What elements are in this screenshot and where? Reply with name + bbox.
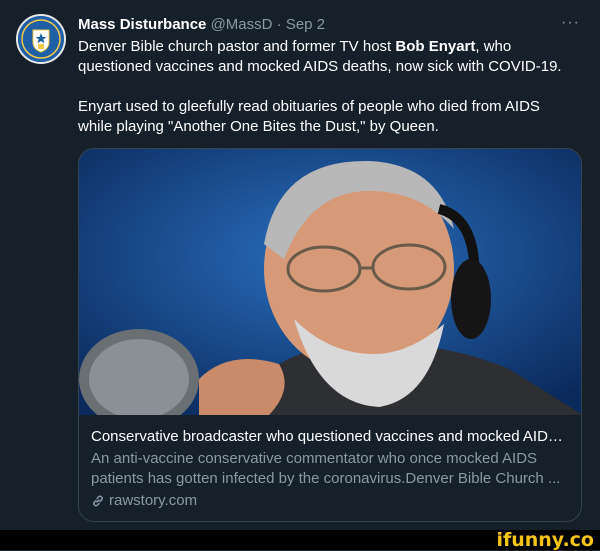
watermark-bar: ifunny.co [0,530,600,550]
paragraph-1-start: Denver Bible church pastor and former TV… [78,38,396,55]
card-title[interactable]: Conservative broadcaster who questioned … [91,427,569,447]
tweet-paragraph-2: Enyart used to gleefully read obituaries… [78,98,540,135]
tweet-body: Denver Bible church pastor and former TV… [78,37,578,137]
card-domain[interactable]: rawstory.com [91,491,569,511]
ifunny-watermark: ifunny.co [496,529,594,551]
card-domain-text[interactable]: rawstory.com [109,491,197,511]
bold-name: Bob Enyart [395,38,476,55]
separator-dot: · [276,16,282,33]
more-options-icon[interactable]: ··· [561,13,580,33]
state-seal-icon [18,16,64,62]
tweet-paragraph-1: Denver Bible church pastor and former TV… [78,37,578,77]
avatar[interactable] [16,14,66,64]
link-card[interactable]: Conservative broadcaster who questioned … [78,148,582,522]
author-handle[interactable]: @MassD [211,16,273,33]
author-name[interactable]: Mass Disturbance [78,16,206,33]
card-text[interactable]: Conservative broadcaster who questioned … [91,427,569,511]
tweet-date[interactable]: Sep 2 [286,16,325,33]
link-icon [93,495,103,507]
card-image[interactable] [79,149,582,415]
card-description: An anti-vaccine conservative commentator… [91,450,561,487]
tweet-header: Mass Disturbance @MassD · Sep 2 ··· [78,13,580,35]
tweet[interactable]: Mass Disturbance @MassD · Sep 2 ··· Denv… [0,0,600,530]
